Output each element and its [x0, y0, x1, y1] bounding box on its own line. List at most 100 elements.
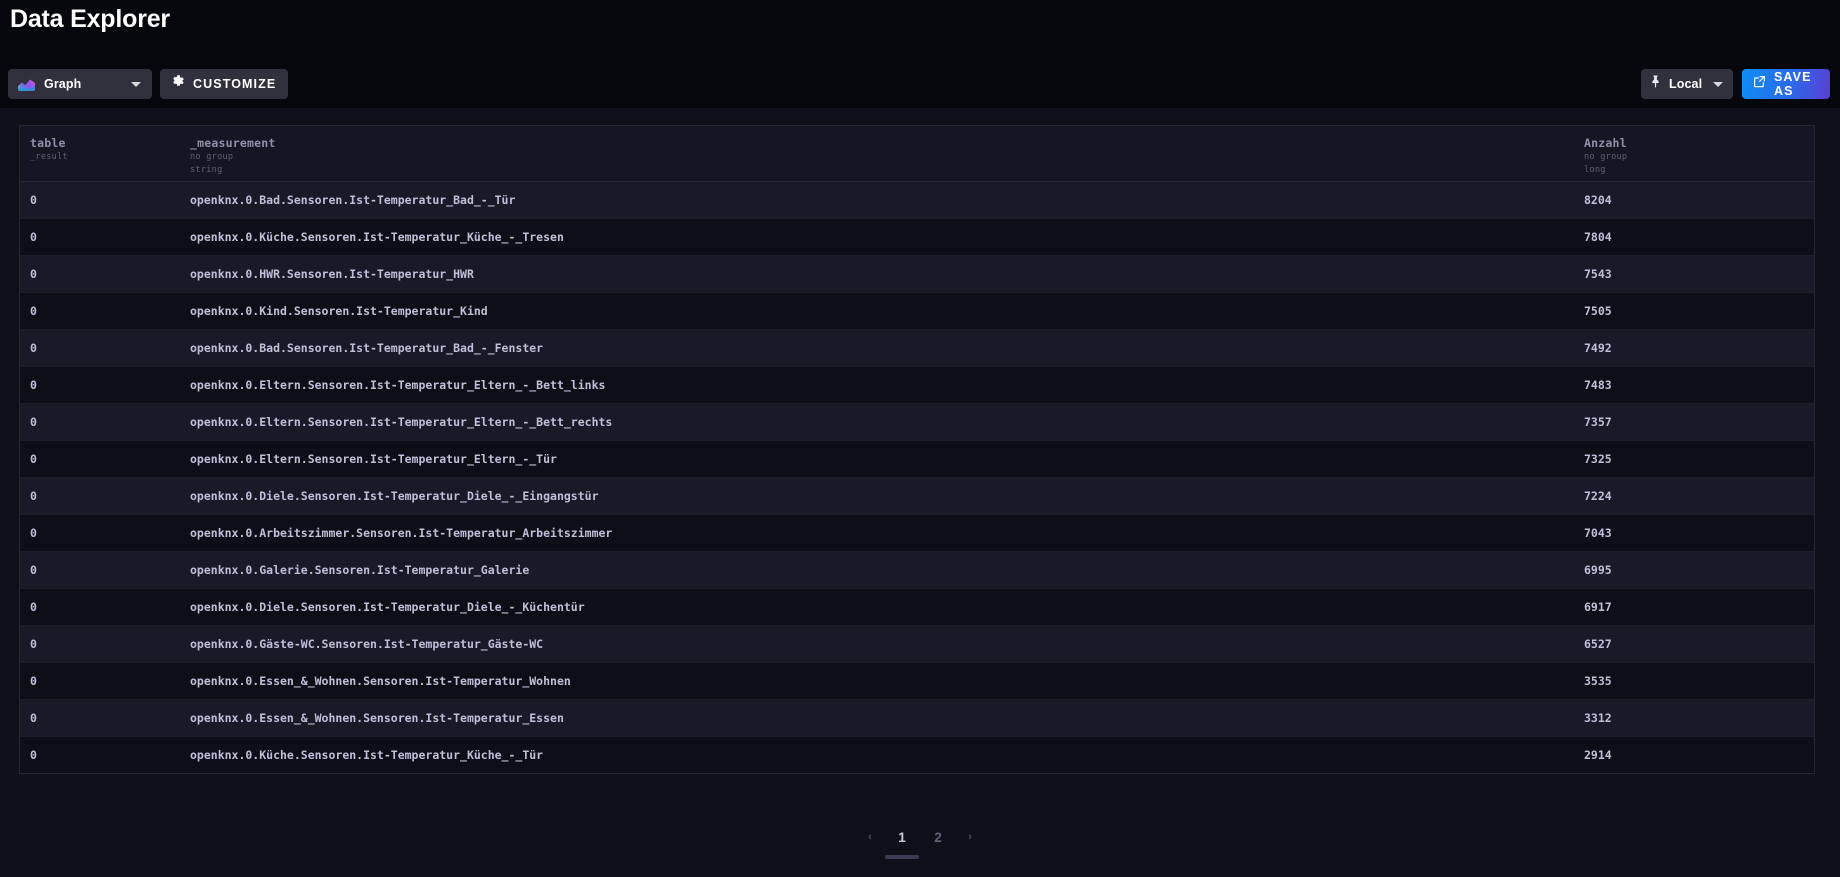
- cell-anzahl: 7043: [1584, 526, 1612, 540]
- cell-table: 0: [30, 230, 37, 244]
- table-row[interactable]: 0 openknx.0.HWR.Sensoren.Ist-Temperatur_H…: [20, 256, 1814, 293]
- cell-anzahl: 7492: [1584, 341, 1612, 355]
- save-as-button-label: SAVE AS: [1774, 70, 1812, 98]
- toolbar: Graph CUSTOMIZE Local SAVE AS: [0, 60, 1840, 108]
- data-explorer-page: Data Explorer Graph CUSTOMIZE Local SAVE…: [0, 0, 1840, 877]
- column-subtitle: no group: [190, 152, 234, 162]
- table-row[interactable]: 0 openknx.0.Diele.Sensoren.Ist-Temperatur…: [20, 478, 1814, 515]
- cell-anzahl: 6995: [1584, 563, 1612, 577]
- cell-measurement: openknx.0.Bad.Sensoren.Ist-Temperatur_Ba…: [190, 341, 544, 355]
- cell-table: 0: [30, 415, 37, 429]
- cell-measurement: openknx.0.HWR.Sensoren.Ist-Temperatur_HW…: [190, 267, 474, 281]
- cell-anzahl: 3312: [1584, 711, 1612, 725]
- cell-table: 0: [30, 193, 37, 207]
- cell-measurement: openknx.0.Gäste-WC.Sensoren.Ist-Temperat…: [190, 637, 544, 651]
- column-subtitle: no group: [1584, 152, 1628, 162]
- cell-table: 0: [30, 526, 37, 540]
- cell-anzahl: 7224: [1584, 489, 1612, 503]
- cell-table: 0: [30, 378, 37, 392]
- cell-anzahl: 7505: [1584, 304, 1612, 318]
- table-row[interactable]: 0 openknx.0.Eltern.Sensoren.Ist-Temperatu…: [20, 441, 1814, 478]
- table-row[interactable]: 0 openknx.0.Küche.Sensoren.Ist-Temperatur…: [20, 219, 1814, 256]
- table-row[interactable]: 0 openknx.0.Arbeitszimmer.Sensoren.Ist-Te…: [20, 515, 1814, 552]
- pin-icon: [1650, 75, 1661, 93]
- cell-anzahl: 7483: [1584, 378, 1612, 392]
- cell-table: 0: [30, 711, 37, 725]
- pagination-page-1[interactable]: 1: [885, 824, 919, 850]
- column-subtitle: _result: [30, 152, 68, 162]
- pagination-prev[interactable]: ‹: [857, 824, 883, 850]
- cell-measurement: openknx.0.Essen_&_Wohnen.Sensoren.Ist-Te…: [190, 674, 571, 688]
- chevron-down-icon: [1713, 82, 1723, 87]
- cell-measurement: openknx.0.Küche.Sensoren.Ist-Temperatur_…: [190, 748, 544, 762]
- table-row[interactable]: 0 openknx.0.Diele.Sensoren.Ist-Temperatur…: [20, 589, 1814, 626]
- table-row[interactable]: 0 openknx.0.Eltern.Sensoren.Ist-Temperatu…: [20, 404, 1814, 441]
- table-row[interactable]: 0 openknx.0.Galerie.Sensoren.Ist-Temperat…: [20, 552, 1814, 589]
- cell-anzahl: 6527: [1584, 637, 1612, 651]
- cell-table: 0: [30, 600, 37, 614]
- column-type: long: [1584, 164, 1606, 175]
- cell-measurement: openknx.0.Arbeitszimmer.Sensoren.Ist-Tem…: [190, 526, 613, 540]
- cell-measurement: openknx.0.Bad.Sensoren.Ist-Temperatur_Ba…: [190, 193, 516, 207]
- cell-measurement: openknx.0.Diele.Sensoren.Ist-Temperatur_…: [190, 489, 599, 503]
- cell-anzahl: 8204: [1584, 193, 1612, 207]
- cell-table: 0: [30, 304, 37, 318]
- cell-anzahl: 2914: [1584, 748, 1612, 762]
- area-chart-icon: [18, 78, 35, 91]
- cell-measurement: openknx.0.Eltern.Sensoren.Ist-Temperatur…: [190, 415, 613, 429]
- cell-anzahl: 7804: [1584, 230, 1612, 244]
- cell-table: 0: [30, 489, 37, 503]
- cell-table: 0: [30, 267, 37, 281]
- table-body: 0 openknx.0.Bad.Sensoren.Ist-Temperatur_B…: [20, 182, 1814, 773]
- results-table: table _result _measurement no group stri…: [19, 125, 1815, 774]
- cell-table: 0: [30, 452, 37, 466]
- export-icon: [1753, 75, 1766, 93]
- table-row[interactable]: 0 openknx.0.Kind.Sensoren.Ist-Temperatur_…: [20, 293, 1814, 330]
- cell-table: 0: [30, 341, 37, 355]
- cell-measurement: openknx.0.Essen_&_Wohnen.Sensoren.Ist-Te…: [190, 711, 564, 725]
- column-name: table: [30, 136, 66, 150]
- cell-anzahl: 3535: [1584, 674, 1612, 688]
- cell-table: 0: [30, 748, 37, 762]
- table-header-row: table _result _measurement no group stri…: [20, 125, 1814, 182]
- cell-table: 0: [30, 563, 37, 577]
- cell-table: 0: [30, 637, 37, 651]
- customize-button-label: CUSTOMIZE: [193, 77, 277, 91]
- column-header-table[interactable]: table _result: [20, 136, 190, 163]
- pagination-page-2[interactable]: 2: [921, 824, 955, 850]
- source-dropdown-label: Local: [1669, 77, 1703, 91]
- cell-table: 0: [30, 674, 37, 688]
- cell-anzahl: 7543: [1584, 267, 1612, 281]
- table-row[interactable]: 0 openknx.0.Bad.Sensoren.Ist-Temperatur_B…: [20, 182, 1814, 219]
- table-row[interactable]: 0 openknx.0.Küche.Sensoren.Ist-Temperatur…: [20, 737, 1814, 773]
- table-row[interactable]: 0 openknx.0.Gäste-WC.Sensoren.Ist-Tempera…: [20, 626, 1814, 663]
- visualization-type-dropdown[interactable]: Graph: [8, 69, 152, 99]
- cell-measurement: openknx.0.Eltern.Sensoren.Ist-Temperatur…: [190, 378, 606, 392]
- column-header-anzahl[interactable]: Anzahl no group long: [1584, 136, 1814, 176]
- visualization-type-label: Graph: [44, 77, 82, 91]
- column-header-measurement[interactable]: _measurement no group string: [190, 136, 1584, 176]
- results-panel: table _result _measurement no group stri…: [0, 108, 1840, 877]
- cell-anzahl: 6917: [1584, 600, 1612, 614]
- customize-button[interactable]: CUSTOMIZE: [160, 69, 289, 99]
- cell-anzahl: 7357: [1584, 415, 1612, 429]
- cell-measurement: openknx.0.Galerie.Sensoren.Ist-Temperatu…: [190, 563, 530, 577]
- column-name: _measurement: [190, 136, 276, 150]
- cell-measurement: openknx.0.Diele.Sensoren.Ist-Temperatur_…: [190, 600, 585, 614]
- table-row[interactable]: 0 openknx.0.Essen_&_Wohnen.Sensoren.Ist-T…: [20, 700, 1814, 737]
- column-type: string: [190, 164, 223, 175]
- page-title: Data Explorer: [10, 5, 170, 33]
- table-row[interactable]: 0 openknx.0.Eltern.Sensoren.Ist-Temperatu…: [20, 367, 1814, 404]
- cell-anzahl: 7325: [1584, 452, 1612, 466]
- pagination-next[interactable]: ›: [957, 824, 983, 850]
- cell-measurement: openknx.0.Eltern.Sensoren.Ist-Temperatur…: [190, 452, 557, 466]
- chevron-down-icon: [131, 82, 141, 87]
- gear-icon: [172, 75, 185, 93]
- table-row[interactable]: 0 openknx.0.Essen_&_Wohnen.Sensoren.Ist-T…: [20, 663, 1814, 700]
- cell-measurement: openknx.0.Küche.Sensoren.Ist-Temperatur_…: [190, 230, 564, 244]
- save-as-button[interactable]: SAVE AS: [1742, 69, 1830, 99]
- table-row[interactable]: 0 openknx.0.Bad.Sensoren.Ist-Temperatur_B…: [20, 330, 1814, 367]
- source-dropdown[interactable]: Local: [1641, 69, 1733, 99]
- column-name: Anzahl: [1584, 136, 1627, 150]
- pagination: ‹ 1 2 ›: [0, 824, 1840, 850]
